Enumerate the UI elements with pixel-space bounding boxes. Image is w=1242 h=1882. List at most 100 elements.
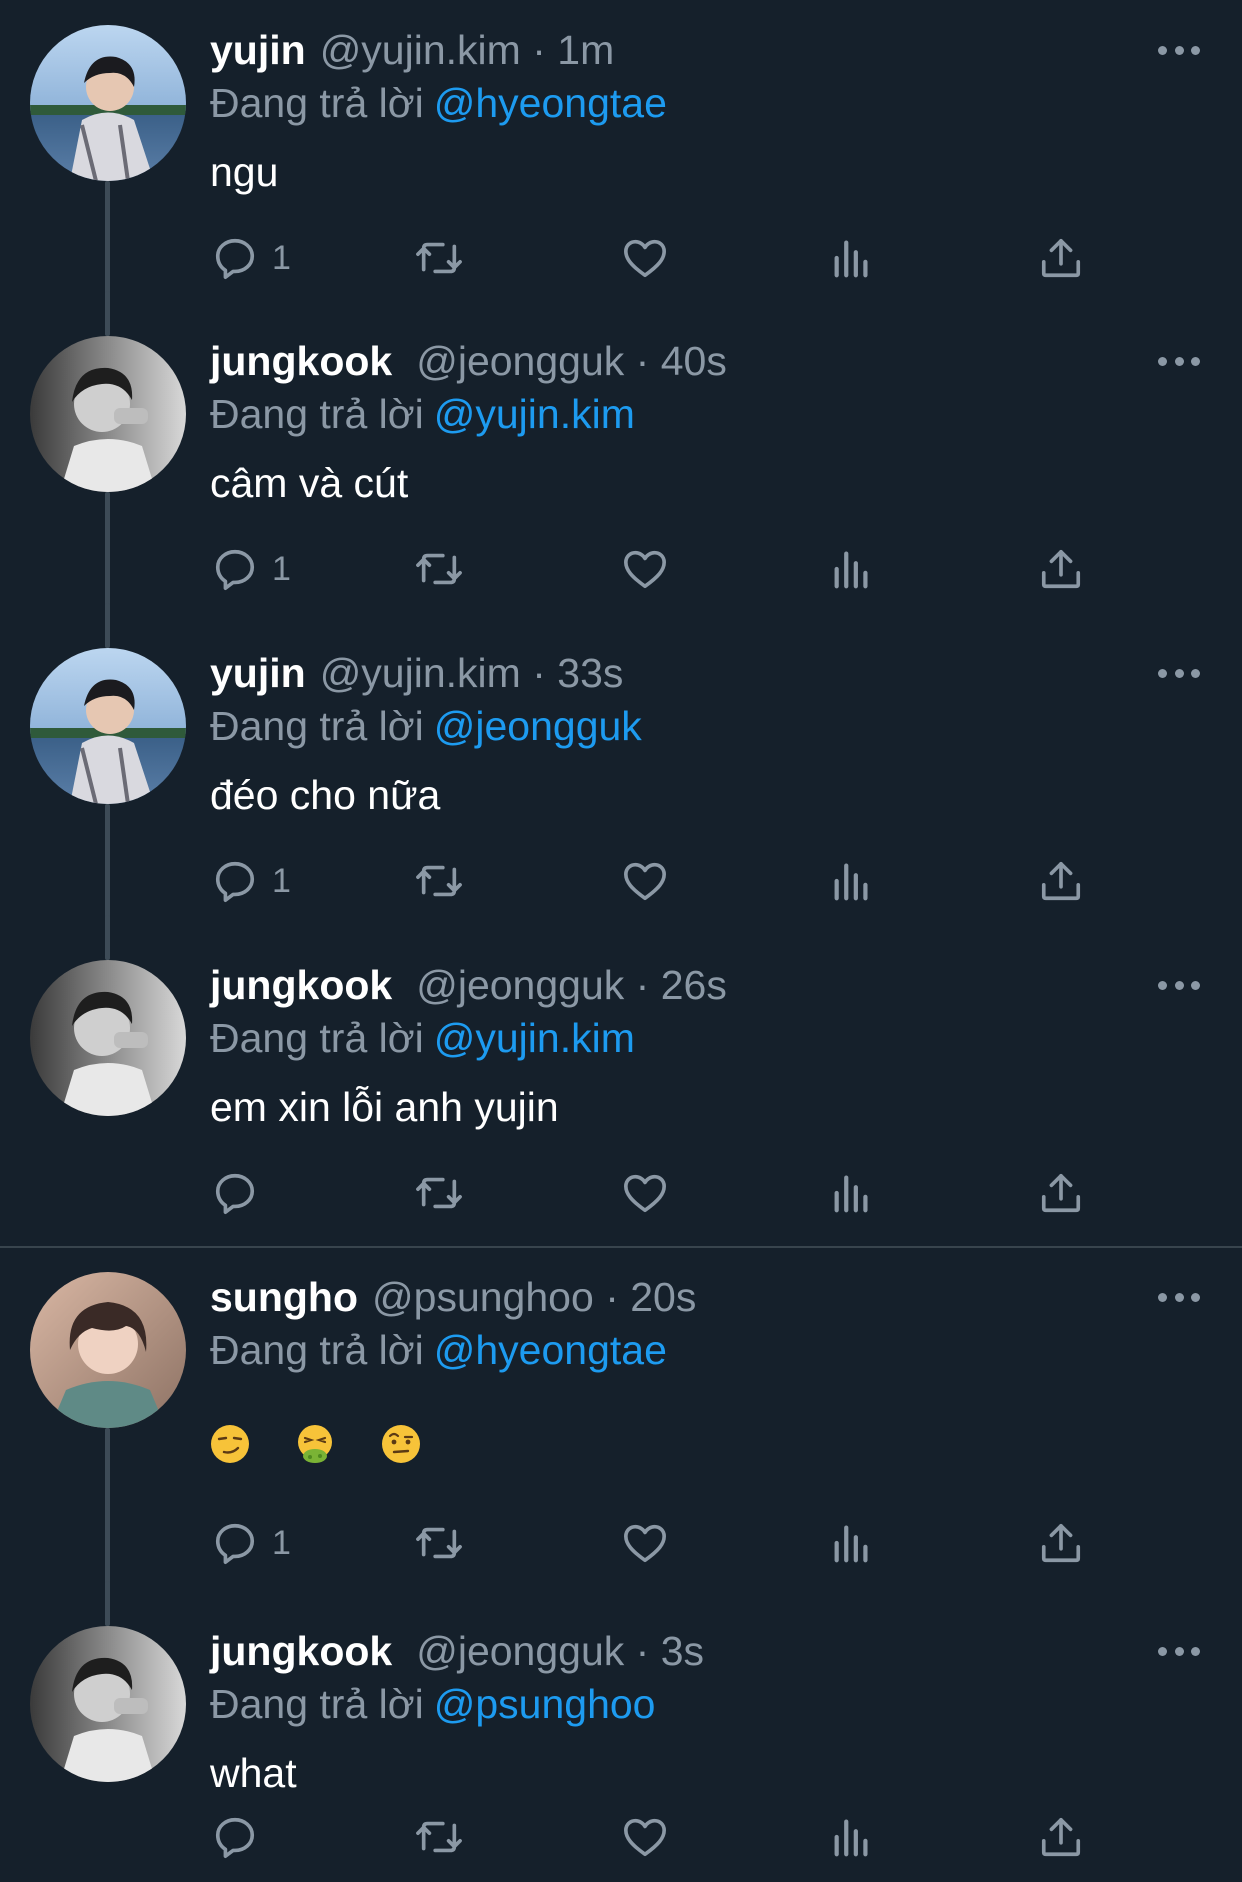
timestamp[interactable]: 20s xyxy=(630,1274,696,1320)
separator-dot: · xyxy=(635,962,650,1008)
like-button[interactable] xyxy=(622,539,668,599)
reply-icon xyxy=(215,1173,255,1214)
display-name[interactable]: sungho xyxy=(210,1274,358,1320)
like-icon xyxy=(624,550,666,589)
share-icon xyxy=(1041,861,1081,901)
retweet-button[interactable] xyxy=(413,851,465,911)
tweet-text: what xyxy=(210,1750,297,1796)
more-icon[interactable] xyxy=(1158,355,1200,367)
views-button[interactable] xyxy=(832,228,872,288)
reply-button[interactable] xyxy=(212,1163,272,1223)
share-button[interactable] xyxy=(1038,1513,1084,1573)
replying-to: Đang trả lời @yujin.kim xyxy=(210,1010,635,1066)
avatar[interactable] xyxy=(30,25,186,181)
like-icon xyxy=(624,862,666,901)
tweet[interactable]: yujin @yujin.kim · 33s Đang trả lời @jeong… xyxy=(0,603,1242,955)
reply-count: 1 xyxy=(272,1523,291,1562)
like-button[interactable] xyxy=(622,1513,668,1573)
like-button[interactable] xyxy=(622,1163,668,1223)
timestamp[interactable]: 3s xyxy=(661,1628,704,1674)
handle[interactable]: @jeongguk xyxy=(416,338,624,384)
tweet[interactable]: jungkook @jeongguk · 26s Đang trả lời @yuj… xyxy=(0,915,1242,1246)
handle[interactable]: @yujin.kim xyxy=(320,27,521,73)
tweet[interactable]: yujin @yujin.kim · 1m Đang trả lời @hyeong… xyxy=(0,0,1242,331)
like-button[interactable] xyxy=(622,1807,668,1867)
handle[interactable]: @jeongguk xyxy=(416,962,624,1008)
tweet-header: sungho @psunghoo · 20s xyxy=(210,1269,696,1325)
share-icon xyxy=(1041,1523,1081,1563)
handle[interactable]: @psunghoo xyxy=(372,1274,594,1320)
tweet-text: ngu xyxy=(210,149,279,195)
views-button[interactable] xyxy=(832,1807,872,1867)
views-button[interactable] xyxy=(832,1513,872,1573)
more-icon[interactable] xyxy=(1158,44,1200,56)
like-icon xyxy=(624,239,666,278)
replying-to-label: Đang trả lời xyxy=(210,1327,424,1373)
handle[interactable]: @jeongguk xyxy=(416,1628,624,1674)
views-icon xyxy=(834,551,868,589)
handle[interactable]: @yujin.kim xyxy=(320,650,521,696)
retweet-button[interactable] xyxy=(413,228,465,288)
views-button[interactable] xyxy=(832,851,872,911)
like-button[interactable] xyxy=(622,228,668,288)
display-name[interactable]: yujin xyxy=(210,650,306,696)
more-icon[interactable] xyxy=(1158,1291,1200,1303)
retweet-icon xyxy=(416,1527,462,1559)
display-name[interactable]: jungkook xyxy=(210,1628,392,1674)
share-button[interactable] xyxy=(1038,1163,1084,1223)
timestamp[interactable]: 26s xyxy=(661,962,727,1008)
mention-link[interactable]: @yujin.kim xyxy=(434,1015,635,1061)
tweet-header: jungkook @jeongguk · 40s xyxy=(210,333,727,389)
reply-button[interactable]: 1 xyxy=(212,851,291,911)
views-button[interactable] xyxy=(832,539,872,599)
tweet[interactable]: jungkook @jeongguk · 40s Đang trả lời @yuj… xyxy=(0,291,1242,643)
retweet-button[interactable] xyxy=(413,1807,465,1867)
mention-link[interactable]: @psunghoo xyxy=(434,1681,656,1727)
display-name[interactable]: jungkook xyxy=(210,338,392,384)
avatar[interactable] xyxy=(30,1626,186,1782)
avatar[interactable] xyxy=(30,648,186,804)
reply-button[interactable]: 1 xyxy=(212,539,291,599)
like-icon xyxy=(624,1818,666,1857)
share-button[interactable] xyxy=(1038,851,1084,911)
action-bar: 1 xyxy=(210,851,1110,911)
share-button[interactable] xyxy=(1038,228,1084,288)
more-icon[interactable] xyxy=(1158,667,1200,679)
reply-button[interactable]: 1 xyxy=(212,228,291,288)
avatar[interactable] xyxy=(30,960,186,1116)
thread-line xyxy=(105,915,110,960)
retweet-button[interactable] xyxy=(413,1163,465,1223)
retweet-button[interactable] xyxy=(413,1513,465,1573)
tweet[interactable]: jungkook @jeongguk · 3s Đang trả lời @psun… xyxy=(0,1581,1242,1882)
share-icon xyxy=(1041,1817,1081,1857)
reply-button[interactable]: 1 xyxy=(212,1513,291,1573)
share-icon xyxy=(1041,238,1081,278)
timestamp[interactable]: 33s xyxy=(557,650,623,696)
separator-dot: · xyxy=(532,27,546,73)
reply-count: 1 xyxy=(272,861,291,900)
mention-link[interactable]: @hyeongtae xyxy=(434,80,667,126)
timestamp[interactable]: 1m xyxy=(557,27,614,73)
share-button[interactable] xyxy=(1038,539,1084,599)
more-icon[interactable] xyxy=(1158,979,1200,991)
mention-link[interactable]: @jeongguk xyxy=(434,703,642,749)
mention-link[interactable]: @hyeongtae xyxy=(434,1327,667,1373)
mention-link[interactable]: @yujin.kim xyxy=(434,391,635,437)
replying-to-label: Đang trả lời xyxy=(210,703,424,749)
views-button[interactable] xyxy=(832,1163,872,1223)
retweet-button[interactable] xyxy=(413,539,465,599)
reply-button[interactable] xyxy=(212,1807,272,1867)
avatar[interactable] xyxy=(30,336,186,492)
reply-count: 1 xyxy=(272,238,291,277)
views-icon xyxy=(834,1525,868,1563)
display-name[interactable]: jungkook xyxy=(210,962,392,1008)
avatar[interactable] xyxy=(30,1272,186,1428)
share-button[interactable] xyxy=(1038,1807,1084,1867)
retweet-icon xyxy=(416,865,462,897)
display-name[interactable]: yujin xyxy=(210,27,306,73)
action-bar xyxy=(210,1807,1110,1867)
tweet[interactable]: sungho @psunghoo · 20s Đang trả lời @hyeon… xyxy=(0,1247,1242,1621)
more-icon[interactable] xyxy=(1158,1645,1200,1657)
timestamp[interactable]: 40s xyxy=(661,338,727,384)
like-button[interactable] xyxy=(622,851,668,911)
